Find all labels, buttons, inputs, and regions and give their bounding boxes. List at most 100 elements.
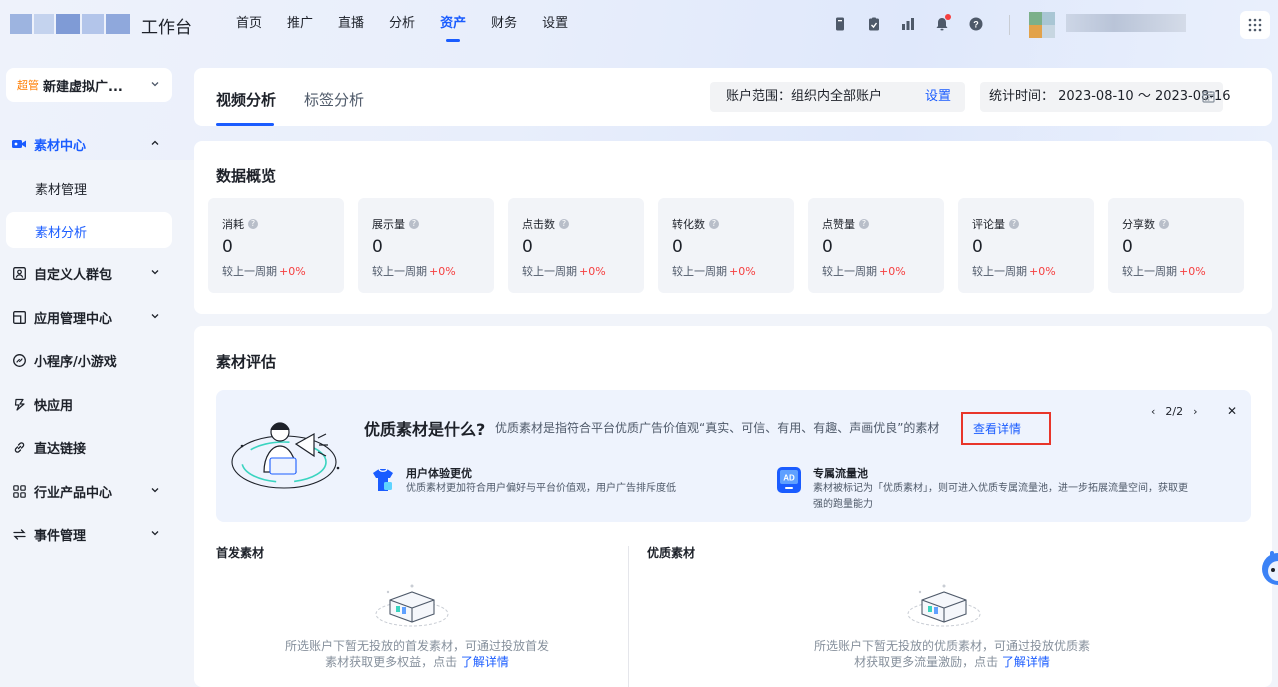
help-icon[interactable]: ? bbox=[968, 16, 984, 32]
shirt-icon bbox=[373, 468, 393, 491]
sidebar-item-industry-products[interactable]: 行业产品中心 bbox=[12, 480, 159, 502]
metric-card: 消耗? 0 较上一周期 +0% bbox=[208, 198, 344, 293]
nav-item-finance[interactable]: 财务 bbox=[491, 0, 517, 50]
account-range-settings-link[interactable]: 设置 bbox=[925, 82, 951, 112]
bell-icon[interactable] bbox=[934, 14, 951, 32]
column-title-first-launch: 首发素材 bbox=[216, 546, 265, 560]
calendar-icon bbox=[1202, 91, 1215, 103]
sidebar-item-label: 自定义人群包 bbox=[34, 267, 113, 283]
metric-label: 展示量? bbox=[372, 216, 494, 232]
section-title: 数据概览 bbox=[216, 167, 277, 185]
metric-card: 点击数? 0 较上一周期 +0% bbox=[508, 198, 644, 293]
view-details-link[interactable]: 查看详情 bbox=[961, 412, 1051, 445]
chevron-down-icon bbox=[151, 531, 159, 536]
banner-description: 优质素材是指符合平台优质广告价值观“真实、可信、有用、有趣、声画优良”的素材 bbox=[495, 421, 940, 435]
sidebar-subitem-material-analysis[interactable]: 素材分析 bbox=[6, 212, 172, 248]
nav-item-live[interactable]: 直播 bbox=[338, 0, 364, 50]
miniprogram-icon bbox=[12, 353, 26, 367]
clipboard-icon[interactable] bbox=[866, 16, 882, 32]
close-icon[interactable]: ✕ bbox=[1227, 404, 1237, 418]
account-name-masked[interactable] bbox=[1066, 14, 1186, 32]
help-icon[interactable]: ? bbox=[709, 219, 719, 229]
metric-label: 点击数? bbox=[522, 216, 644, 232]
sidebar-item-direct-link[interactable]: 直达链接 bbox=[12, 436, 86, 458]
sidebar: 超管 新建虚拟广... 素材中心 素材管理 素材分析 自定义人群包 应用管理中心… bbox=[0, 50, 184, 687]
sidebar-item-material-center[interactable]: 素材中心 bbox=[12, 133, 159, 155]
chevron-down-icon bbox=[151, 82, 159, 87]
help-icon[interactable]: ? bbox=[1009, 219, 1019, 229]
chevron-right-icon[interactable]: › bbox=[1193, 405, 1197, 418]
sidebar-item-custom-audience[interactable]: 自定义人群包 bbox=[12, 262, 159, 284]
metric-label-text: 评论量 bbox=[972, 218, 1005, 231]
help-icon[interactable]: ? bbox=[859, 219, 869, 229]
account-selector-label: 新建虚拟广... bbox=[43, 79, 123, 95]
date-range-picker[interactable]: 统计时间： 2023-08-10 ～ 2023-08-16 bbox=[980, 82, 1231, 112]
app-grid-button[interactable] bbox=[1240, 11, 1270, 39]
learn-more-link[interactable]: 了解详情 bbox=[461, 655, 509, 669]
audience-icon bbox=[12, 266, 26, 280]
sidebar-item-label: 快应用 bbox=[34, 398, 74, 414]
sidebar-item-label: 应用管理中心 bbox=[34, 311, 113, 327]
sidebar-item-label: 素材中心 bbox=[34, 138, 87, 154]
metric-card: 展示量? 0 较上一周期 +0% bbox=[358, 198, 494, 293]
metric-comparison: 较上一周期 +0% bbox=[822, 263, 944, 279]
metric-card: 分享数? 0 较上一周期 +0% bbox=[1108, 198, 1244, 293]
analysis-tabs-card: 视频分析 标签分析 账户范围：组织内全部账户 设置 统计时间： 2023-08-… bbox=[194, 68, 1272, 126]
help-icon[interactable]: ? bbox=[559, 219, 569, 229]
sidebar-item-app-management[interactable]: 应用管理中心 bbox=[12, 306, 159, 328]
help-icon[interactable]: ? bbox=[409, 219, 419, 229]
sidebar-subitem-material-management[interactable]: 素材管理 bbox=[35, 179, 87, 198]
quality-material-banner: 优质素材是什么? 优质素材是指符合平台优质广告价值观“真实、可信、有用、有趣、声… bbox=[216, 390, 1251, 522]
metric-comparison: 较上一周期 +0% bbox=[222, 263, 344, 279]
grid-menu-icon bbox=[1248, 18, 1262, 32]
metric-change: +0% bbox=[579, 265, 606, 278]
metric-card: 点赞量? 0 较上一周期 +0% bbox=[808, 198, 944, 293]
help-icon[interactable]: ? bbox=[248, 219, 258, 229]
comparison-label: 较上一周期 bbox=[522, 265, 577, 278]
help-icon[interactable]: ? bbox=[1159, 219, 1169, 229]
metric-comparison: 较上一周期 +0% bbox=[372, 263, 494, 279]
banner-pager: ‹ 2/2 › bbox=[1151, 405, 1198, 418]
assistant-robot-icon[interactable] bbox=[1254, 545, 1278, 593]
metric-comparison: 较上一周期 +0% bbox=[1122, 263, 1244, 279]
app-icon bbox=[12, 310, 26, 324]
chart-icon[interactable] bbox=[900, 16, 916, 32]
empty-box-illustration bbox=[375, 584, 449, 627]
metric-comparison: 较上一周期 +0% bbox=[672, 263, 794, 279]
comparison-label: 较上一周期 bbox=[972, 265, 1027, 278]
nav-item-assets[interactable]: 资产 bbox=[440, 0, 466, 50]
comparison-label: 较上一周期 bbox=[822, 265, 877, 278]
nav-item-settings[interactable]: 设置 bbox=[542, 0, 568, 50]
metric-change: +0% bbox=[1029, 265, 1056, 278]
chevron-down-icon bbox=[151, 270, 159, 275]
sidebar-item-event-management[interactable]: 事件管理 bbox=[12, 523, 159, 545]
tab-tag-analysis[interactable]: 标签分析 bbox=[304, 89, 364, 110]
account-selector[interactable]: 超管 新建虚拟广... bbox=[6, 68, 172, 102]
banner-title: 优质素材是什么? bbox=[364, 420, 486, 439]
main-nav: 首页 推广 直播 分析 资产 财务 设置 bbox=[236, 0, 593, 50]
metric-label-text: 点赞量 bbox=[822, 218, 855, 231]
metric-label-text: 点击数 bbox=[522, 218, 555, 231]
brand-name: 工作台 bbox=[141, 18, 192, 38]
metric-change: +0% bbox=[429, 265, 456, 278]
avatar[interactable] bbox=[1029, 12, 1055, 38]
metric-label: 转化数? bbox=[672, 216, 794, 232]
metric-label-text: 转化数 bbox=[672, 218, 705, 231]
metric-value: 0 bbox=[822, 237, 833, 257]
section-title: 素材评估 bbox=[216, 353, 277, 371]
nav-item-analysis[interactable]: 分析 bbox=[389, 0, 415, 50]
metric-comparison: 较上一周期 +0% bbox=[522, 263, 644, 279]
top-navigation: 工作台 首页 推广 直播 分析 资产 财务 设置 ? bbox=[0, 0, 1278, 50]
sidebar-item-mini-program[interactable]: 小程序/小游戏 bbox=[12, 349, 117, 371]
sidebar-item-quick-app[interactable]: 快应用 bbox=[12, 393, 73, 415]
ad-badge-text: AD bbox=[783, 474, 795, 483]
chevron-left-icon[interactable]: ‹ bbox=[1151, 405, 1155, 418]
metric-card: 评论量? 0 较上一周期 +0% bbox=[958, 198, 1094, 293]
sidebar-subitem-label: 素材分析 bbox=[35, 226, 88, 241]
material-evaluation-card: 素材评估 优质素材是什么? 优质素材是指符合平台优质广告价值观“真实、可信、有用… bbox=[194, 326, 1272, 687]
nav-item-home[interactable]: 首页 bbox=[236, 0, 262, 50]
nav-item-promotion[interactable]: 推广 bbox=[287, 0, 313, 50]
document-icon[interactable] bbox=[832, 16, 848, 32]
tab-video-analysis[interactable]: 视频分析 bbox=[216, 89, 276, 110]
learn-more-link[interactable]: 了解详情 bbox=[1002, 655, 1050, 669]
